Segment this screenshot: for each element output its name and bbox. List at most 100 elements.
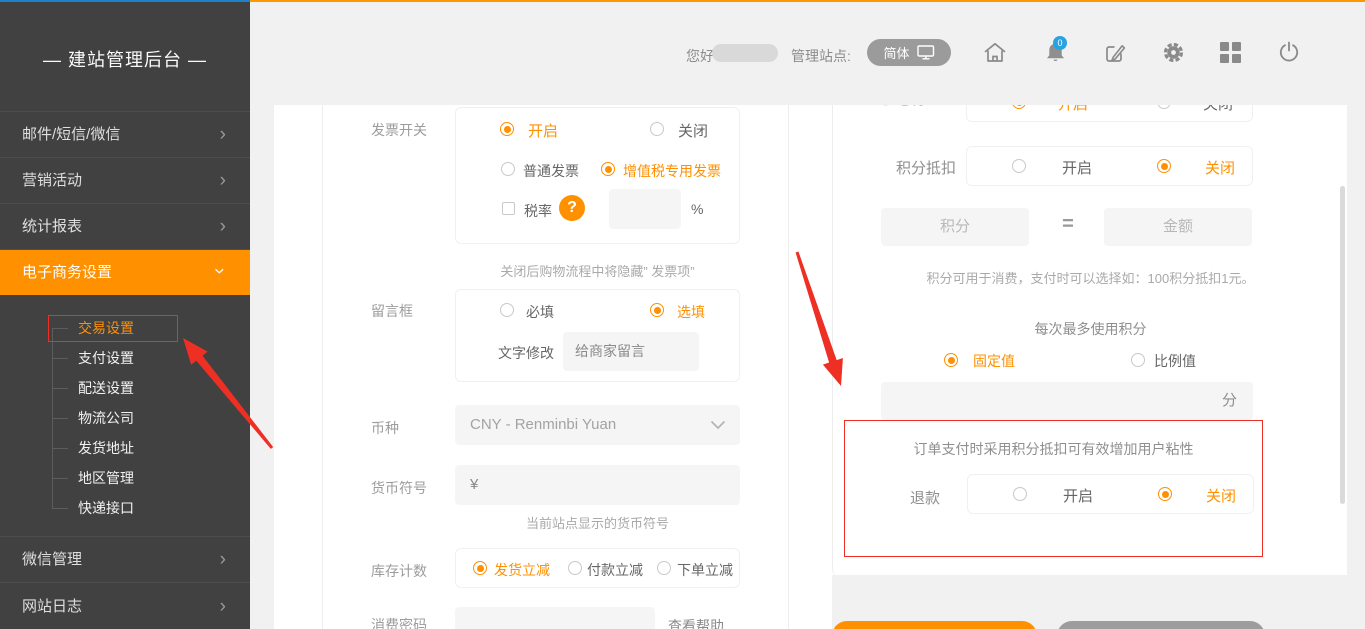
app-window: — 建站管理后台 — 邮件/短信/微信 › 营销活动 › 统计报表 › 电子商务… — [0, 0, 1365, 629]
sidebar-item-marketing[interactable]: 营销活动 › — [0, 157, 250, 202]
points-help-text: 积分可用于消费，支付时可以选择如：100积分抵扣1元。 — [833, 268, 1347, 287]
annotation-box-refund: 订单支付时采用积分抵扣可有效增加用户粘性 退款 开启 关闭 — [844, 420, 1263, 557]
stock-ship-radio[interactable] — [473, 561, 487, 575]
language-site-button[interactable]: 简体 — [867, 39, 951, 66]
points-deduct-group: 开启 关闭 — [966, 146, 1253, 186]
pay-password-input[interactable] — [455, 607, 655, 629]
stock-ship-option[interactable]: 发货立减 — [494, 560, 550, 580]
amount-input[interactable]: 金额 — [1104, 208, 1252, 246]
refund-on-option[interactable]: 开启 — [1063, 485, 1093, 506]
help-question-icon[interactable]: ? — [559, 195, 585, 221]
invoice-vat-option[interactable]: 增值税专用发票 — [623, 161, 721, 181]
home-icon[interactable] — [983, 41, 1007, 64]
annotation-box-trade-settings — [48, 315, 178, 342]
sidebar-item-ecommerce-settings[interactable]: 电子商务设置 › — [0, 249, 250, 295]
invoice-switch-label: 发票开关 — [371, 120, 427, 140]
greeting-text: 您好 — [686, 46, 714, 66]
sidebar-item-mail-sms-wechat[interactable]: 邮件/短信/微信 › — [0, 111, 250, 156]
invoice-normal-option[interactable]: 普通发票 — [523, 161, 579, 181]
invoice-on-radio[interactable] — [500, 122, 514, 136]
percent-label: % — [691, 201, 703, 217]
currency-symbol-input[interactable]: ¥ — [455, 465, 740, 505]
refund-off-option[interactable]: 关闭 — [1206, 485, 1236, 506]
ratio-value-option[interactable]: 比例值 — [1154, 351, 1196, 371]
tax-rate-checkbox[interactable] — [502, 202, 515, 215]
deduct-off-radio[interactable] — [1157, 159, 1171, 173]
stock-pay-option[interactable]: 付款立减 — [587, 560, 643, 580]
fixed-value-radio[interactable] — [944, 353, 958, 367]
sidebar-item-wechat-management[interactable]: 微信管理 › — [0, 536, 250, 581]
sidebar-title: — 建站管理后台 — — [0, 46, 250, 72]
deduct-on-radio[interactable] — [1012, 159, 1026, 173]
refund-on-radio[interactable] — [1013, 487, 1027, 501]
apps-grid-icon[interactable] — [1220, 42, 1241, 63]
sidebar-sub-payment-settings[interactable]: 支付设置 — [0, 343, 250, 373]
monitor-icon — [917, 45, 935, 60]
ratio-value-radio[interactable] — [1131, 353, 1145, 367]
stock-count-label: 库存计数 — [371, 561, 427, 581]
coupon-on-radio[interactable] — [1012, 105, 1026, 109]
coupon-on-option[interactable]: 开启 — [1058, 105, 1088, 114]
max-points-input[interactable]: 分 — [881, 382, 1253, 420]
stock-order-radio[interactable] — [657, 561, 671, 575]
edit-icon[interactable] — [1104, 42, 1126, 64]
coupon-off-option[interactable]: 关闭 — [1203, 105, 1233, 114]
refund-group: 开启 关闭 — [967, 474, 1254, 514]
message-box-group: 必填 选填 文字修改 给商家留言 — [455, 289, 740, 382]
invoice-help-text: 关闭后购物流程中将隐藏” 发票项” — [455, 261, 740, 280]
gear-icon[interactable] — [1162, 41, 1185, 64]
currency-select[interactable]: CNY - Renminbi Yuan — [455, 405, 740, 445]
max-points-title: 每次最多使用积分 — [833, 319, 1347, 339]
message-text-input[interactable]: 给商家留言 — [563, 332, 699, 371]
cancel-button[interactable] — [1057, 621, 1265, 629]
sidebar-sub-logistics-company[interactable]: 物流公司 — [0, 403, 250, 433]
stock-pay-radio[interactable] — [568, 561, 582, 575]
refund-label: 退款 — [910, 487, 940, 508]
currency-symbol-help: 当前站点显示的货币符号 — [455, 513, 740, 532]
invoice-vat-radio[interactable] — [601, 162, 615, 176]
scrollbar-thumb[interactable] — [1340, 186, 1345, 504]
message-optional-radio[interactable] — [650, 303, 664, 317]
coupon-off-radio[interactable] — [1157, 105, 1171, 109]
refund-off-radio[interactable] — [1158, 487, 1172, 501]
message-box-label: 留言框 — [371, 301, 413, 321]
message-optional-option[interactable]: 选填 — [677, 302, 705, 322]
sidebar-sub-express-interface[interactable]: 快递接口 — [0, 493, 250, 523]
message-required-radio[interactable] — [500, 303, 514, 317]
stock-order-option[interactable]: 下单立减 — [677, 560, 733, 580]
fixed-value-option[interactable]: 固定值 — [973, 351, 1015, 371]
deduct-on-option[interactable]: 开启 — [1062, 157, 1092, 178]
tax-rate-input[interactable] — [609, 189, 681, 229]
stock-count-group: 发货立减 付款立减 下单立减 — [455, 548, 740, 588]
invoice-off-radio[interactable] — [650, 122, 664, 136]
points-settings-card: 优惠券 开启 关闭 积分抵扣 开启 关闭 积分 = 金额 积分可用于消费，支付时… — [832, 105, 1347, 575]
save-button[interactable] — [832, 621, 1037, 629]
chevron-right-icon: › — [220, 537, 226, 582]
equals-sign: = — [1055, 213, 1081, 236]
manage-site-label: 管理站点: — [791, 46, 851, 66]
invoice-on-option[interactable]: 开启 — [528, 120, 558, 141]
invoice-switch-group: 开启 关闭 普通发票 增值税专用发票 税率 ? % — [455, 107, 740, 244]
message-required-option[interactable]: 必填 — [526, 302, 554, 322]
chevron-right-icon: › — [220, 204, 226, 249]
sidebar-sub-shipping-address[interactable]: 发货地址 — [0, 433, 250, 463]
view-help-link[interactable]: 查看帮助 — [668, 616, 724, 629]
column-divider — [788, 105, 789, 629]
currency-label: 币种 — [371, 418, 399, 438]
sidebar-item-statistics[interactable]: 统计报表 › — [0, 203, 250, 248]
username-redacted — [712, 44, 778, 62]
power-icon[interactable] — [1277, 40, 1301, 64]
sidebar-sub-delivery-settings[interactable]: 配送设置 — [0, 373, 250, 403]
chevron-right-icon: › — [220, 583, 226, 629]
deduct-off-option[interactable]: 关闭 — [1205, 157, 1235, 178]
chevron-down-icon: › — [196, 268, 242, 274]
points-input[interactable]: 积分 — [881, 208, 1029, 246]
chevron-right-icon: › — [220, 158, 226, 203]
notification-badge: 0 — [1053, 36, 1067, 50]
invoice-off-option[interactable]: 关闭 — [678, 120, 708, 141]
chevron-down-icon — [710, 420, 726, 430]
sidebar-item-site-log[interactable]: 网站日志 › — [0, 582, 250, 629]
invoice-normal-radio[interactable] — [501, 162, 515, 176]
top-strip-orange — [250, 0, 1365, 2]
sidebar-sub-region-management[interactable]: 地区管理 — [0, 463, 250, 493]
